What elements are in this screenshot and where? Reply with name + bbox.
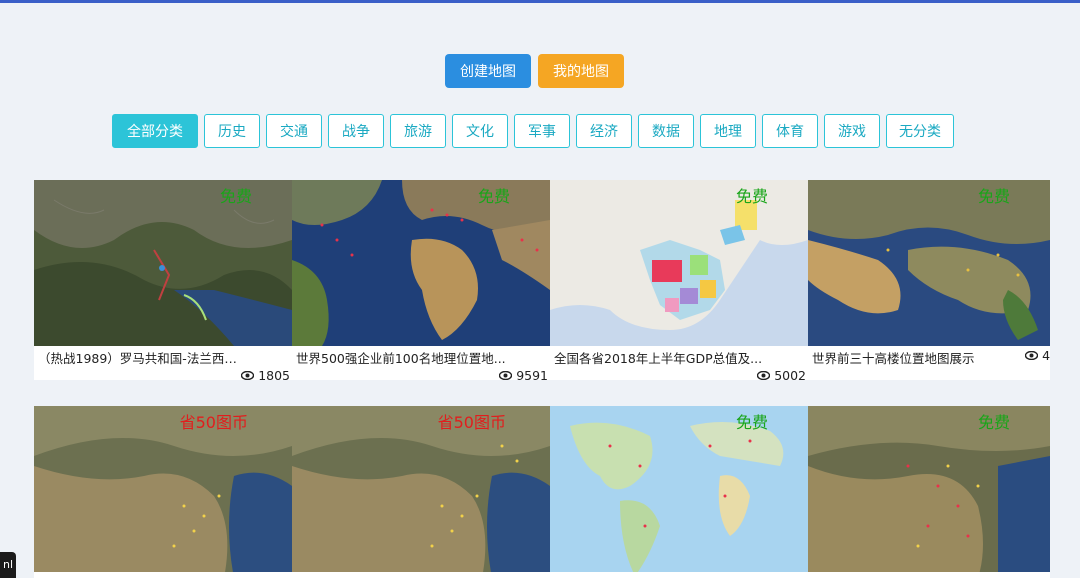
map-thumbnail[interactable]: 免费 [808,406,1050,572]
eye-icon [1025,351,1039,360]
category-transport[interactable]: 交通 [266,114,322,148]
map-title[interactable]: （热战1989）罗马共和国-法兰西社... [38,348,248,367]
price-badge: 免费 [735,413,768,432]
category-data[interactable]: 数据 [638,114,694,148]
map-title[interactable]: 全国各省2018年上半年GDP总值及... [554,348,764,367]
view-count: 5002 [757,368,806,380]
category-culture[interactable]: 文化 [452,114,508,148]
map-thumbnail[interactable]: 省50图币 [292,406,550,572]
map-thumbnail[interactable]: 免费 [292,180,550,346]
map-thumbnail[interactable]: 免费 [34,180,292,346]
price-badge: 省50图币 [437,413,506,432]
view-count-value: 5002 [774,368,806,380]
map-title[interactable]: 世界前三十高楼位置地图展示 [812,348,1012,367]
category-all[interactable]: 全部分类 [112,114,198,148]
category-history[interactable]: 历史 [204,114,260,148]
map-card[interactable]: 省50图币 [292,406,550,578]
my-maps-button[interactable]: 我的地图 [538,54,624,88]
map-thumbnail[interactable]: 免费 [550,180,808,346]
map-title[interactable]: 世界500强企业前100名地理位置地... [296,348,506,367]
map-grid-row-2: 省50图币 省50图币 免费 免费 [34,406,1050,578]
view-count-value: 1805 [258,368,290,380]
price-badge: 省50图币 [179,413,248,432]
corner-badge: nl [0,552,16,578]
category-uncategorized[interactable]: 无分类 [886,114,954,148]
map-thumbnail[interactable]: 免费 [808,180,1050,346]
category-military[interactable]: 军事 [514,114,570,148]
price-badge: 免费 [977,187,1010,206]
map-thumbnail[interactable]: 省50图币 [34,406,292,572]
view-count: 43 [1025,348,1050,363]
category-travel[interactable]: 旅游 [390,114,446,148]
map-card[interactable]: 免费 全国各省2018年上半年GDP总值及... 5002 [550,180,808,380]
eye-icon [241,371,255,380]
view-count: 9591 [499,368,548,380]
map-card[interactable]: 免费 [808,406,1050,578]
category-sports[interactable]: 体育 [762,114,818,148]
category-games[interactable]: 游戏 [824,114,880,148]
category-filter-bar: 全部分类 历史 交通 战争 旅游 文化 军事 经济 数据 地理 体育 游戏 无分… [112,114,954,148]
category-war[interactable]: 战争 [328,114,384,148]
map-card[interactable]: 免费 世界500强企业前100名地理位置地... 9591 [292,180,550,380]
map-thumbnail[interactable]: 免费 [550,406,808,572]
map-card[interactable]: 省50图币 [34,406,292,578]
view-count: 1805 [241,368,290,380]
view-count-value: 9591 [516,368,548,380]
map-grid-row-1: 免费 （热战1989）罗马共和国-法兰西社... 1805 免费 世界500强企… [34,180,1050,380]
top-accent-line [0,0,1080,3]
category-geography[interactable]: 地理 [700,114,756,148]
action-buttons: 创建地图 我的地图 [445,54,624,88]
price-badge: 免费 [477,187,510,206]
eye-icon [499,371,513,380]
map-card[interactable]: 免费 [550,406,808,578]
map-card[interactable]: 免费 （热战1989）罗马共和国-法兰西社... 1805 [34,180,292,380]
create-map-button[interactable]: 创建地图 [445,54,531,88]
view-count-value: 43 [1042,348,1050,363]
price-badge: 免费 [219,187,252,206]
eye-icon [757,371,771,380]
map-card[interactable]: 免费 世界前三十高楼位置地图展示 43 [808,180,1050,380]
category-economy[interactable]: 经济 [576,114,632,148]
price-badge: 免费 [977,413,1010,432]
price-badge: 免费 [735,187,768,206]
